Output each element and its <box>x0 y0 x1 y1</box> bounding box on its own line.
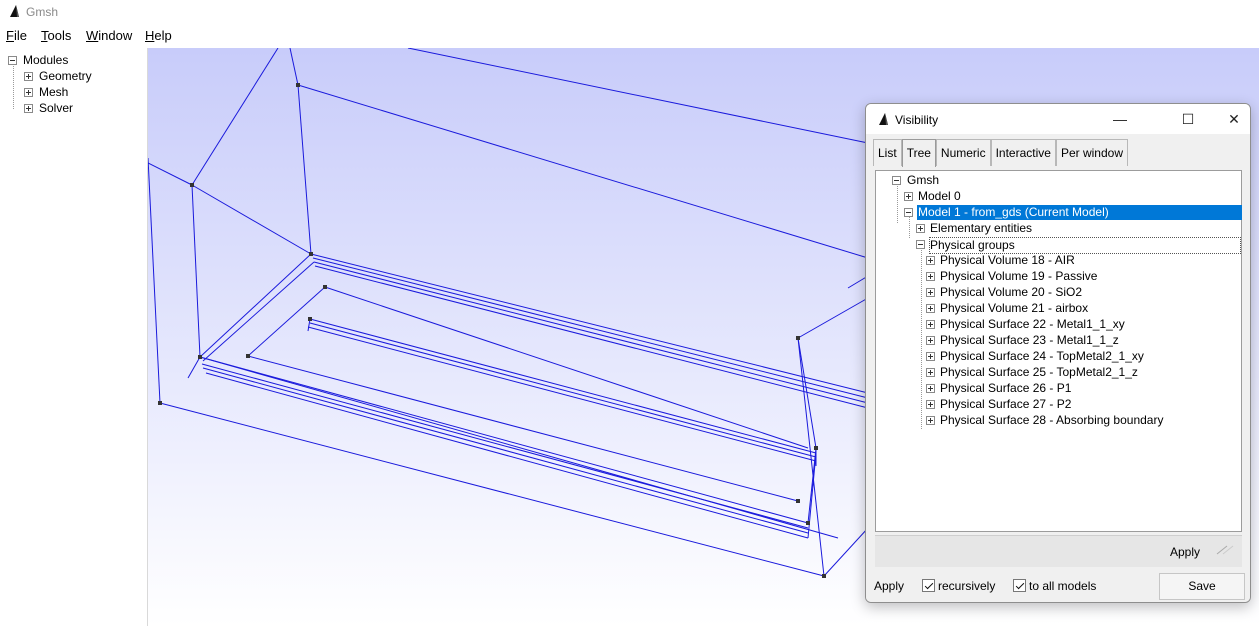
collapse-icon[interactable] <box>904 208 913 217</box>
tree-item-solver[interactable]: Solver <box>39 101 73 115</box>
dialog-title: Visibility <box>895 113 939 127</box>
expand-icon[interactable] <box>926 368 935 377</box>
expand-icon[interactable] <box>926 256 935 265</box>
tree-node-group[interactable]: Physical Surface 24 - TopMetal2_1_xy <box>940 349 1144 364</box>
tree-node-group[interactable]: Physical Surface 25 - TopMetal2_1_z <box>940 365 1138 380</box>
expand-icon[interactable] <box>926 384 935 393</box>
tree-item-modules[interactable]: Modules <box>23 53 68 67</box>
dialog-title-bar[interactable]: Visibility — ☐ ✕ <box>866 104 1250 134</box>
tree-item-geometry[interactable]: Geometry <box>39 69 92 83</box>
tab-per-window[interactable]: Per window <box>1055 139 1128 166</box>
expand-icon[interactable] <box>926 352 935 361</box>
dialog-footer: Apply recursively to all models Save <box>866 570 1250 602</box>
window-title: Gmsh <box>26 5 59 19</box>
tree-node-group[interactable]: Physical Volume 21 - airbox <box>940 301 1088 316</box>
recursively-checkbox[interactable] <box>922 579 935 592</box>
menu-tools[interactable]: Tools <box>41 28 71 43</box>
tree-node-gmsh[interactable]: Gmsh <box>907 173 939 188</box>
tree-node-elementary[interactable]: Elementary entities <box>930 221 1032 236</box>
tab-tree[interactable]: Tree <box>901 139 936 167</box>
menu-help[interactable]: Help <box>145 28 172 43</box>
tree-node-group[interactable]: Physical Surface 23 - Metal1_1_z <box>940 333 1119 348</box>
recursively-label: recursively <box>938 579 996 593</box>
apply-bar: Apply <box>875 535 1242 567</box>
menu-bar: File Tools Window Help <box>0 24 1259 48</box>
apply-button[interactable]: Apply <box>1165 539 1205 565</box>
resize-grip-icon[interactable] <box>1215 544 1235 556</box>
apply-label: Apply <box>874 579 905 593</box>
expand-icon[interactable] <box>926 416 935 425</box>
expand-icon[interactable] <box>926 288 935 297</box>
tree-node-model-1[interactable]: Model 1 - from_gds (Current Model) <box>917 205 1242 220</box>
tree-node-group[interactable]: Physical Volume 18 - AIR <box>940 253 1075 268</box>
expand-icon[interactable] <box>926 320 935 329</box>
expand-icon[interactable] <box>926 400 935 409</box>
expand-icon[interactable] <box>926 336 935 345</box>
tab-bar: List Tree Numeric Interactive Per window <box>873 139 1128 167</box>
visibility-tree[interactable]: Gmsh Model 0 Model 1 - from_gds (Current… <box>875 170 1242 532</box>
tree-item-mesh[interactable]: Mesh <box>39 85 68 99</box>
minimize-button[interactable]: — <box>1104 108 1136 130</box>
tree-connector <box>13 61 14 109</box>
all-models-label: to all models <box>1029 579 1097 593</box>
expand-icon[interactable] <box>24 72 33 81</box>
tree-node-group[interactable]: Physical Volume 20 - SiO2 <box>940 285 1082 300</box>
tree-node-physical-groups[interactable]: Physical groups <box>929 237 1241 254</box>
tree-node-model-0[interactable]: Model 0 <box>918 189 961 204</box>
menu-file[interactable]: File <box>6 28 27 43</box>
expand-icon[interactable] <box>916 224 925 233</box>
expand-icon[interactable] <box>24 88 33 97</box>
menu-window[interactable]: Window <box>86 28 132 43</box>
tree-node-group[interactable]: Physical Surface 27 - P2 <box>940 397 1071 412</box>
tab-numeric[interactable]: Numeric <box>935 139 991 166</box>
tab-interactive[interactable]: Interactive <box>990 139 1056 166</box>
collapse-icon[interactable] <box>892 176 901 185</box>
all-models-checkbox[interactable] <box>1013 579 1026 592</box>
tree-connector <box>909 215 910 238</box>
gmsh-logo-icon <box>879 113 888 125</box>
collapse-icon[interactable] <box>8 56 17 65</box>
module-tree-panel: Modules Geometry Mesh Solver <box>0 48 148 626</box>
expand-icon[interactable] <box>904 192 913 201</box>
save-button[interactable]: Save <box>1159 573 1245 600</box>
maximize-button[interactable]: ☐ <box>1172 108 1204 130</box>
close-button[interactable]: ✕ <box>1218 108 1250 130</box>
gmsh-logo-icon <box>10 5 19 17</box>
title-bar: Gmsh <box>0 0 1259 24</box>
expand-icon[interactable] <box>926 272 935 281</box>
collapse-icon[interactable] <box>916 240 925 249</box>
expand-icon[interactable] <box>24 104 33 113</box>
tree-node-group[interactable]: Physical Surface 22 - Metal1_1_xy <box>940 317 1125 332</box>
expand-icon[interactable] <box>926 304 935 313</box>
tree-node-group[interactable]: Physical Surface 28 - Absorbing boundary <box>940 413 1163 428</box>
visibility-dialog: Visibility — ☐ ✕ List Tree Numeric Inter… <box>865 103 1251 603</box>
tree-connector <box>897 186 898 223</box>
tree-connector <box>921 247 922 429</box>
tree-node-group[interactable]: Physical Volume 19 - Passive <box>940 269 1097 284</box>
tab-list[interactable]: List <box>873 139 902 166</box>
tree-node-group[interactable]: Physical Surface 26 - P1 <box>940 381 1071 396</box>
